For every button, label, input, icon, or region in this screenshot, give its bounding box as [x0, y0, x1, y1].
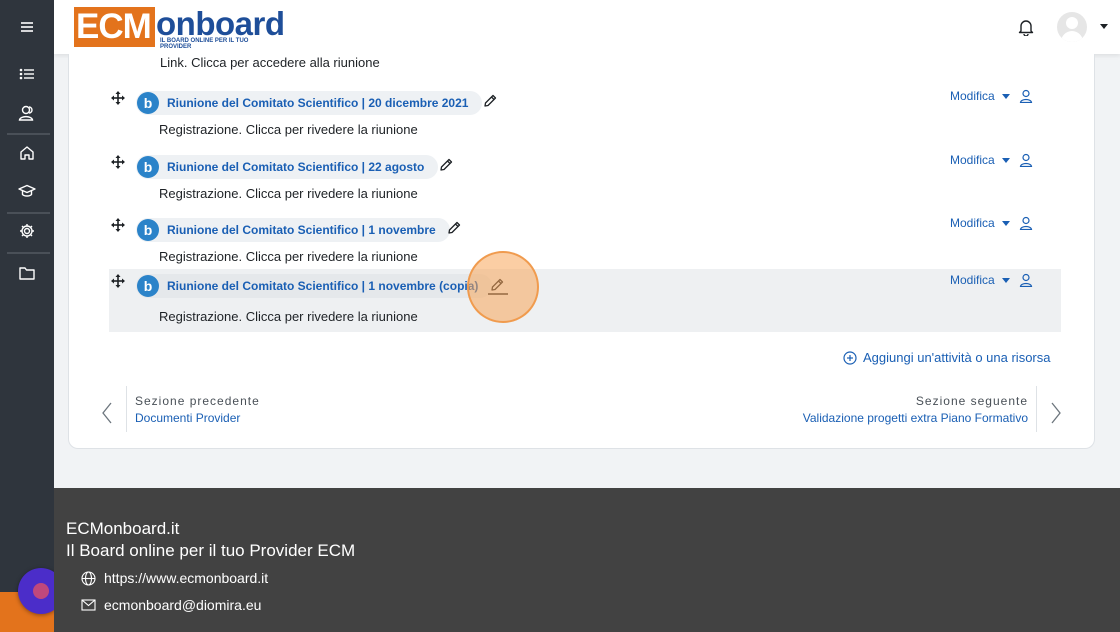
site-logo[interactable]: ECM onboard IL BOARD ONLINE PER IL TUO P… — [74, 6, 285, 50]
previous-section-link[interactable]: Documenti Provider — [135, 411, 260, 425]
activity-link[interactable]: b Riunione del Comitato Scientifico | 1 … — [136, 274, 493, 298]
add-activity-button[interactable]: Aggiungi un'attività o una risorsa — [843, 350, 1050, 365]
top-navbar: ECM onboard IL BOARD ONLINE PER IL TUO P… — [54, 0, 1120, 54]
activity-description: Registrazione. Clicca per rivedere la ri… — [159, 122, 418, 137]
bigbluebutton-icon: b — [137, 275, 159, 297]
activity-row-highlighted: b Riunione del Comitato Scientifico | 1 … — [109, 269, 1061, 332]
globe-icon — [81, 570, 96, 586]
modifica-dropdown[interactable]: Modifica — [950, 216, 1033, 230]
footer-website[interactable]: https://www.ecmonboard.it — [81, 570, 268, 586]
avatar-body — [1061, 31, 1083, 42]
bigbluebutton-icon: b — [137, 156, 159, 178]
footer-email-link[interactable]: ecmonboard@diomira.eu — [104, 597, 261, 613]
menu-icon[interactable] — [0, 10, 54, 44]
user-permissions-icon[interactable] — [1019, 89, 1033, 103]
edit-title-pencil-icon[interactable] — [439, 158, 453, 172]
graduation-cap-icon[interactable] — [0, 174, 54, 208]
activity-name: Riunione del Comitato Scientifico | 1 no… — [167, 223, 436, 237]
link-activity-description: Link. Clicca per accedere alla riunione — [160, 55, 380, 70]
folder-icon[interactable] — [0, 256, 54, 290]
bigbluebutton-icon: b — [137, 219, 159, 241]
edit-title-pencil-icon[interactable] — [447, 221, 461, 235]
user-permissions-icon[interactable] — [1019, 273, 1033, 287]
caret-down-icon — [1001, 277, 1010, 283]
activity-name: Riunione del Comitato Scientifico | 22 a… — [167, 160, 425, 174]
course-section-card: Link. Clicca per accedere alla riunione … — [68, 54, 1095, 449]
footer-website-link[interactable]: https://www.ecmonboard.it — [104, 570, 268, 586]
sidebar-divider — [7, 252, 50, 254]
activity-link[interactable]: b Riunione del Comitato Scientifico | 20… — [136, 91, 483, 115]
assistant-dot-icon — [33, 583, 49, 599]
chevron-right-icon — [1051, 402, 1061, 424]
caret-down-icon — [1001, 220, 1010, 226]
previous-section-label: Sezione precedente — [135, 394, 260, 408]
activity-name: Riunione del Comitato Scientifico | 20 d… — [167, 96, 469, 110]
envelope-icon — [81, 599, 96, 611]
modifica-dropdown[interactable]: Modifica — [950, 89, 1033, 103]
activity-description: Registrazione. Clicca per rivedere la ri… — [159, 309, 418, 324]
move-icon[interactable] — [111, 218, 125, 232]
user-avatar[interactable] — [1057, 12, 1087, 42]
move-icon[interactable] — [111, 155, 125, 169]
click-highlight-marker — [467, 251, 539, 323]
activity-link[interactable]: b Riunione del Comitato Scientifico | 22… — [136, 155, 439, 179]
logo-ecm: ECM — [74, 7, 155, 47]
modifica-dropdown[interactable]: Modifica — [950, 273, 1033, 287]
home-icon[interactable] — [0, 136, 54, 170]
avatar-head — [1066, 17, 1078, 29]
activity-row: b Riunione del Comitato Scientifico | 20… — [109, 76, 1061, 139]
activity-row: b Riunione del Comitato Scientifico | 22… — [109, 140, 1061, 203]
page-footer: ECMonboard.it Il Board online per il tuo… — [54, 488, 1120, 632]
logo-wordmark: onboard — [156, 5, 285, 42]
users-icon[interactable] — [0, 96, 54, 130]
caret-down-icon — [1001, 157, 1010, 163]
next-section-label: Sezione seguente — [915, 394, 1028, 408]
nav-divider — [126, 386, 127, 432]
footer-email[interactable]: ecmonboard@diomira.eu — [81, 597, 261, 613]
next-section-link[interactable]: Validazione progetti extra Piano Formati… — [803, 411, 1028, 425]
user-permissions-icon[interactable] — [1019, 153, 1033, 167]
activity-link[interactable]: b Riunione del Comitato Scientifico | 1 … — [136, 218, 450, 242]
logo-tagline: IL BOARD ONLINE PER IL TUO PROVIDER — [160, 38, 249, 50]
activity-row: b Riunione del Comitato Scientifico | 1 … — [109, 203, 1061, 266]
user-menu-caret-icon[interactable] — [1100, 24, 1108, 29]
user-permissions-icon[interactable] — [1019, 216, 1033, 230]
plus-circle-icon — [843, 350, 857, 365]
caret-down-icon — [1001, 93, 1010, 99]
list-icon[interactable] — [0, 57, 54, 91]
edit-title-pencil-icon[interactable] — [483, 94, 497, 108]
move-icon[interactable] — [111, 91, 125, 105]
notification-bell-icon[interactable] — [1018, 18, 1034, 41]
gear-icon[interactable] — [0, 214, 54, 248]
bigbluebutton-icon: b — [137, 92, 159, 114]
chevron-left-icon — [102, 402, 112, 424]
add-activity-label: Aggiungi un'attività o una risorsa — [863, 350, 1051, 365]
left-sidebar — [0, 0, 64, 632]
activity-description: Registrazione. Clicca per rivedere la ri… — [159, 249, 418, 264]
footer-tagline: Il Board online per il tuo Provider ECM — [66, 541, 356, 560]
modifica-dropdown[interactable]: Modifica — [950, 153, 1033, 167]
nav-divider — [1036, 386, 1037, 432]
sidebar-divider — [7, 133, 50, 135]
footer-site-name: ECMonboard.it — [66, 519, 180, 538]
modifica-label: Modifica — [950, 216, 995, 230]
activity-name: Riunione del Comitato Scientifico | 1 no… — [167, 279, 479, 293]
modifica-label: Modifica — [950, 89, 995, 103]
activity-description: Registrazione. Clicca per rivedere la ri… — [159, 186, 418, 201]
modifica-label: Modifica — [950, 153, 995, 167]
modifica-label: Modifica — [950, 273, 995, 287]
move-icon[interactable] — [111, 274, 125, 288]
